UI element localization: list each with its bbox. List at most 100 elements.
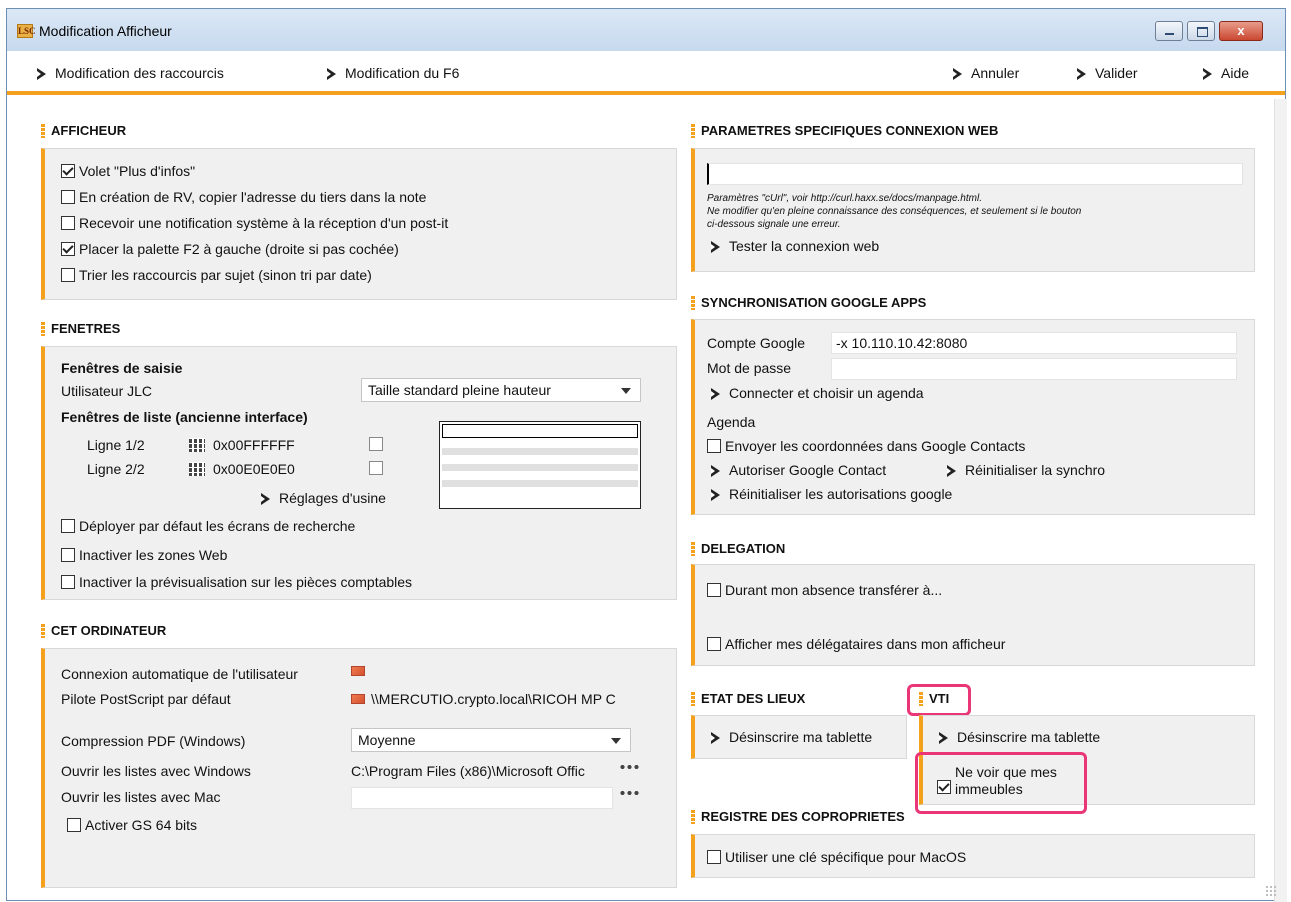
section-afficheur-title: AFFICHEUR bbox=[41, 123, 126, 138]
menu-label: Valider bbox=[1095, 65, 1138, 81]
checkbox-icon[interactable] bbox=[707, 637, 721, 651]
valider-button[interactable]: Valider bbox=[1077, 65, 1138, 81]
color-grid-icon bbox=[189, 462, 205, 476]
chevron-right-icon bbox=[1203, 67, 1213, 80]
ligne2-checkbox[interactable] bbox=[369, 461, 387, 475]
chevron-right-icon bbox=[953, 67, 963, 80]
checkbox-icon[interactable] bbox=[61, 268, 75, 282]
color-grid-icon bbox=[189, 438, 205, 452]
menu-bar: Modification des raccourcis Modification… bbox=[7, 51, 1285, 95]
postscript-label: Pilote PostScript par défaut bbox=[61, 691, 231, 707]
ligne1-checkbox[interactable] bbox=[369, 437, 387, 451]
chevron-right-icon bbox=[261, 492, 271, 505]
authorize-contact-button[interactable]: Autoriser Google Contact bbox=[711, 462, 886, 478]
option-gs64[interactable]: Activer GS 64 bits bbox=[67, 817, 197, 833]
ligne1-color-picker[interactable]: 0x00FFFFFF bbox=[189, 437, 295, 453]
chevron-right-icon bbox=[939, 731, 949, 744]
checkbox-icon[interactable] bbox=[707, 850, 721, 864]
option-macos-key[interactable]: Utiliser une clé spécifique pour MacOS bbox=[707, 849, 966, 865]
checkbox-icon[interactable] bbox=[61, 190, 75, 204]
delegation-panel: Durant mon absence transférer à... Affic… bbox=[691, 564, 1255, 666]
option-inactiver-previsualisation[interactable]: Inactiver la prévisualisation sur les pi… bbox=[61, 574, 412, 590]
windows-list-path: C:\Program Files (x86)\Microsoft Offic bbox=[351, 763, 585, 779]
option-notification-postit[interactable]: Recevoir une notification système à la r… bbox=[61, 215, 448, 231]
checkbox-icon[interactable] bbox=[61, 548, 75, 562]
reset-auth-button[interactable]: Réinitialiser les autorisations google bbox=[711, 486, 952, 502]
utilisateur-size-select[interactable]: Taille standard pleine hauteur bbox=[361, 378, 641, 402]
vertical-scrollbar[interactable] bbox=[1274, 99, 1287, 902]
reset-sync-button[interactable]: Réinitialiser la synchro bbox=[947, 462, 1105, 478]
chevron-right-icon bbox=[711, 731, 721, 744]
test-web-button[interactable]: Tester la connexion web bbox=[711, 238, 879, 254]
postscript-field[interactable]: \\MERCUTIO.crypto.local\RICOH MP C bbox=[351, 691, 641, 707]
option-send-contacts[interactable]: Envoyer les coordonnées dans Google Cont… bbox=[707, 438, 1025, 454]
close-button[interactable]: x bbox=[1219, 21, 1263, 41]
checkbox-icon[interactable] bbox=[67, 818, 81, 832]
list-preview-box bbox=[439, 421, 641, 509]
checkbox-icon[interactable] bbox=[707, 583, 721, 597]
menu-label: Aide bbox=[1221, 65, 1250, 81]
vti-title-highlight bbox=[907, 684, 971, 716]
checkbox-icon[interactable] bbox=[61, 242, 75, 256]
more-dots-icon bbox=[619, 790, 639, 796]
checkbox-icon[interactable] bbox=[369, 437, 383, 451]
more-dots-icon bbox=[619, 764, 639, 770]
windows-browse-button[interactable] bbox=[619, 764, 639, 770]
fenetres-saisie-heading: Fenêtres de saisie bbox=[61, 360, 183, 376]
ligne2-color-picker[interactable]: 0x00E0E0E0 bbox=[189, 461, 295, 477]
option-trier-raccourcis[interactable]: Trier les raccourcis par sujet (sinon tr… bbox=[61, 267, 372, 283]
option-show-delegates[interactable]: Afficher mes délégataires dans mon affic… bbox=[707, 636, 1005, 652]
option-palette-f2[interactable]: Placer la palette F2 à gauche (droite si… bbox=[61, 241, 399, 257]
menu-modification-raccourcis[interactable]: Modification des raccourcis bbox=[37, 65, 224, 81]
preview-row-2 bbox=[442, 448, 638, 455]
checkbox-icon[interactable] bbox=[61, 575, 75, 589]
resize-grip-icon[interactable] bbox=[1265, 885, 1277, 897]
maximize-button[interactable] bbox=[1187, 21, 1215, 41]
option-volet-plus-infos[interactable]: Volet "Plus d'infos" bbox=[61, 163, 195, 179]
curl-note-3: ci-dessous signale une erreur. bbox=[707, 219, 841, 230]
auto-login-toggle[interactable] bbox=[351, 666, 371, 676]
vti-unregister-button[interactable]: Désinscrire ma tablette bbox=[939, 729, 1100, 745]
app-logo-icon: LSC bbox=[17, 24, 36, 38]
only-buildings-highlight bbox=[915, 752, 1087, 814]
checkbox-icon[interactable] bbox=[61, 216, 75, 230]
google-account-input[interactable]: -x 10.110.10.42:8080 bbox=[831, 332, 1237, 354]
chevron-right-icon bbox=[327, 67, 337, 80]
mac-list-label: Ouvrir les listes avec Mac bbox=[61, 789, 221, 805]
option-copier-adresse[interactable]: En création de RV, copier l'adresse du t… bbox=[61, 189, 426, 205]
connect-agenda-button[interactable]: Connecter et choisir un agenda bbox=[711, 385, 924, 401]
annuler-button[interactable]: Annuler bbox=[953, 65, 1019, 81]
minimize-button[interactable] bbox=[1155, 21, 1183, 41]
option-inactiver-web[interactable]: Inactiver les zones Web bbox=[61, 547, 227, 563]
curl-note-2: Ne modifier qu'en pleine connaissance de… bbox=[707, 206, 1082, 217]
menu-modification-f6[interactable]: Modification du F6 bbox=[327, 65, 459, 81]
etat-unregister-button[interactable]: Désinscrire ma tablette bbox=[711, 729, 872, 745]
mac-browse-button[interactable] bbox=[619, 790, 639, 796]
fenetres-panel: Fenêtres de saisie Utilisateur JLC Taill… bbox=[41, 346, 677, 600]
ligne1-label: Ligne 1/2 bbox=[87, 437, 145, 453]
section-delegation-title: DELEGATION bbox=[691, 541, 785, 556]
curl-params-input[interactable] bbox=[707, 163, 1243, 185]
main-window: LSC Modification Afficheur x Modificatio… bbox=[6, 8, 1287, 902]
pdf-compression-select[interactable]: Moyenne bbox=[351, 728, 631, 752]
mac-list-input[interactable] bbox=[351, 787, 613, 809]
title-bar[interactable]: LSC Modification Afficheur x bbox=[7, 9, 1285, 51]
google-account-label: Compte Google bbox=[707, 335, 806, 351]
checkbox-icon[interactable] bbox=[61, 519, 75, 533]
option-transfer-absence[interactable]: Durant mon absence transférer à... bbox=[707, 582, 942, 598]
google-password-input[interactable] bbox=[831, 358, 1237, 380]
menu-label: Annuler bbox=[971, 65, 1020, 81]
checkbox-icon[interactable] bbox=[707, 439, 721, 453]
section-registre-title: REGISTRE DES COPROPRIETES bbox=[691, 809, 905, 824]
aide-button[interactable]: Aide bbox=[1203, 65, 1249, 81]
ordinateur-panel: Connexion automatique de l'utilisateur P… bbox=[41, 648, 677, 888]
section-ordinateur-title: CET ORDINATEUR bbox=[41, 623, 166, 638]
etat-panel: Désinscrire ma tablette bbox=[691, 715, 907, 759]
chevron-right-icon bbox=[711, 240, 721, 253]
checkbox-icon[interactable] bbox=[369, 461, 383, 475]
chevron-right-icon bbox=[711, 387, 721, 400]
reglages-usine-button[interactable]: Réglages d'usine bbox=[261, 490, 386, 506]
chevron-down-icon bbox=[611, 738, 621, 744]
option-deployer-recherche[interactable]: Déployer par défaut les écrans de recher… bbox=[61, 518, 355, 534]
checkbox-icon[interactable] bbox=[61, 164, 75, 178]
